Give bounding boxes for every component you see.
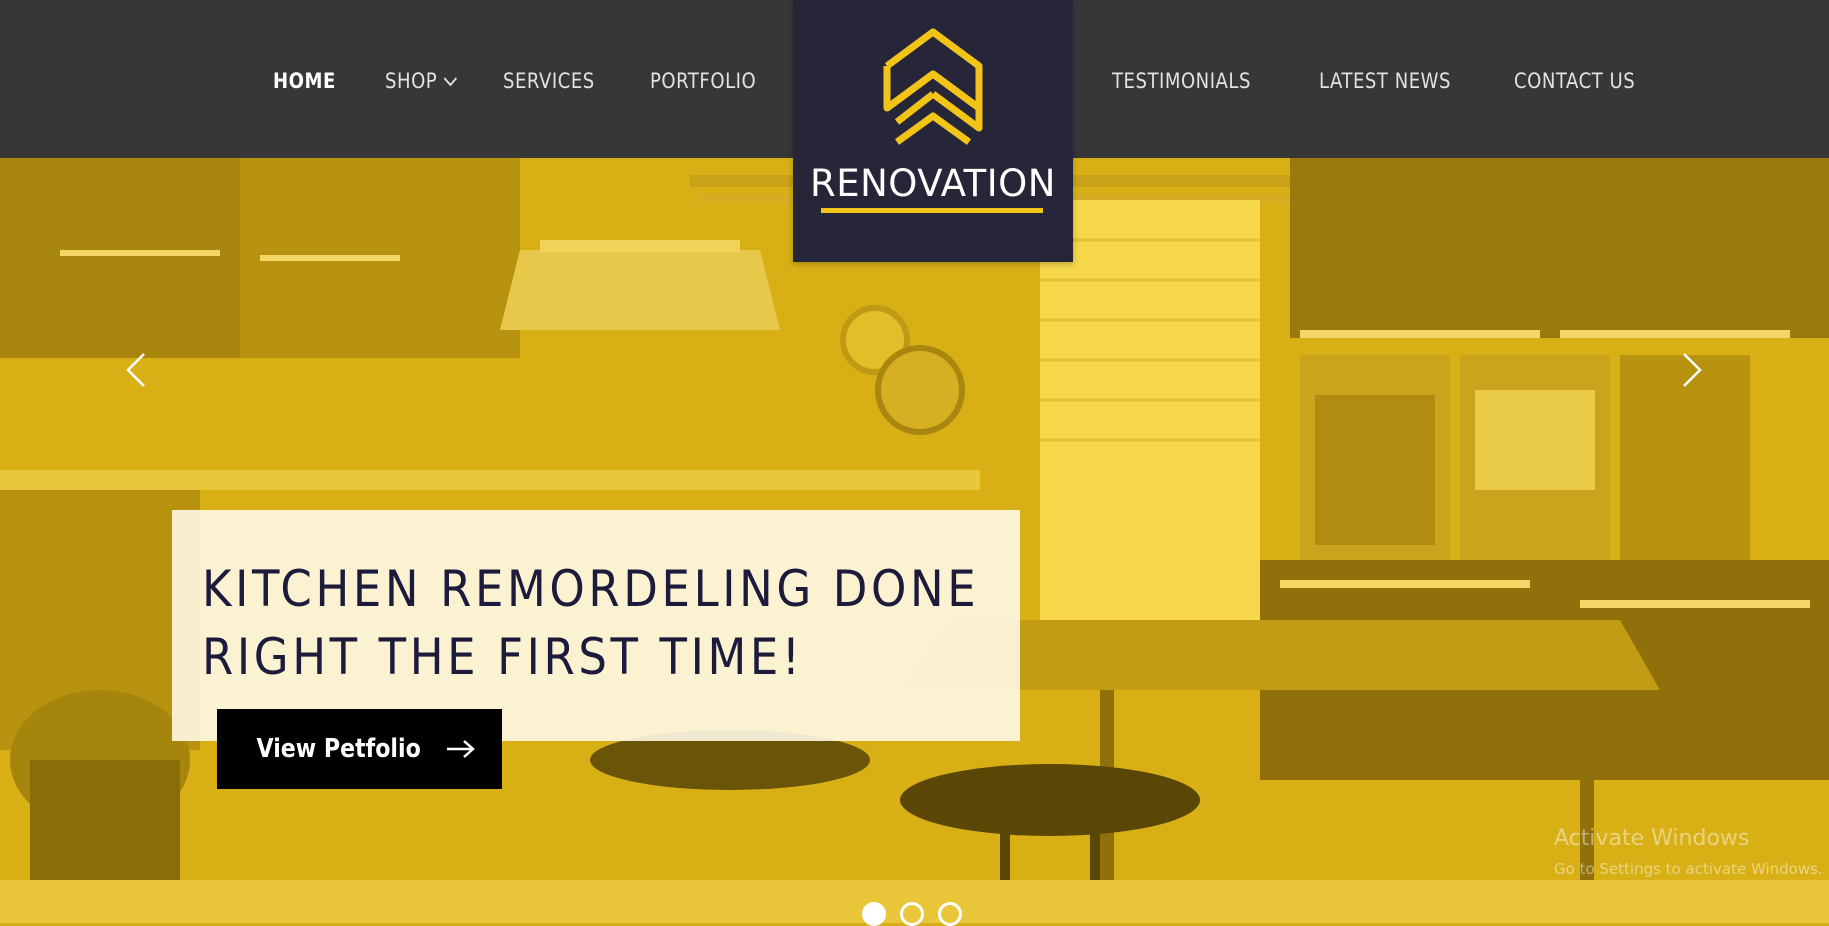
hero-headline-line1: KITCHEN REMORDELING DONE xyxy=(202,560,980,618)
double-chevron-up-icon xyxy=(883,28,983,145)
arrow-right-icon xyxy=(447,740,476,758)
nav-testimonials[interactable]: TESTIMONIALS xyxy=(1112,62,1251,100)
chevron-down-icon xyxy=(443,77,457,87)
site-logo[interactable]: RENOVATION xyxy=(793,0,1073,262)
nav-portfolio[interactable]: PORTFOLIO xyxy=(650,62,756,100)
chevron-left-icon[interactable] xyxy=(122,350,152,390)
nav-shop[interactable]: SHOP xyxy=(385,62,458,100)
nav-services[interactable]: SERVICES xyxy=(503,62,595,100)
slide-dot-3[interactable] xyxy=(938,902,962,926)
nav-latest-news[interactable]: LATEST NEWS xyxy=(1319,62,1451,100)
logo-text: RENOVATION xyxy=(810,162,1056,205)
slide-dot-1[interactable] xyxy=(862,902,886,926)
view-portfolio-button[interactable]: View Petfolio xyxy=(217,709,502,789)
nav-home[interactable]: HOME xyxy=(273,62,336,100)
slide-dot-2[interactable] xyxy=(900,902,924,926)
hero-caption: KITCHEN REMORDELING DONE RIGHT THE FIRST… xyxy=(172,510,1020,741)
nav-contact-us[interactable]: CONTACT US xyxy=(1514,62,1635,100)
activate-windows-title: Activate Windows xyxy=(1554,826,1750,851)
logo-underline xyxy=(821,208,1043,213)
view-portfolio-label: View Petfolio xyxy=(256,734,421,764)
nav-shop-label: SHOP xyxy=(385,69,438,93)
activate-windows-subtitle: Go to Settings to activate Windows. xyxy=(1554,860,1823,878)
chevron-right-icon[interactable] xyxy=(1676,350,1706,390)
hero-headline-line2: RIGHT THE FIRST TIME! xyxy=(202,628,804,686)
